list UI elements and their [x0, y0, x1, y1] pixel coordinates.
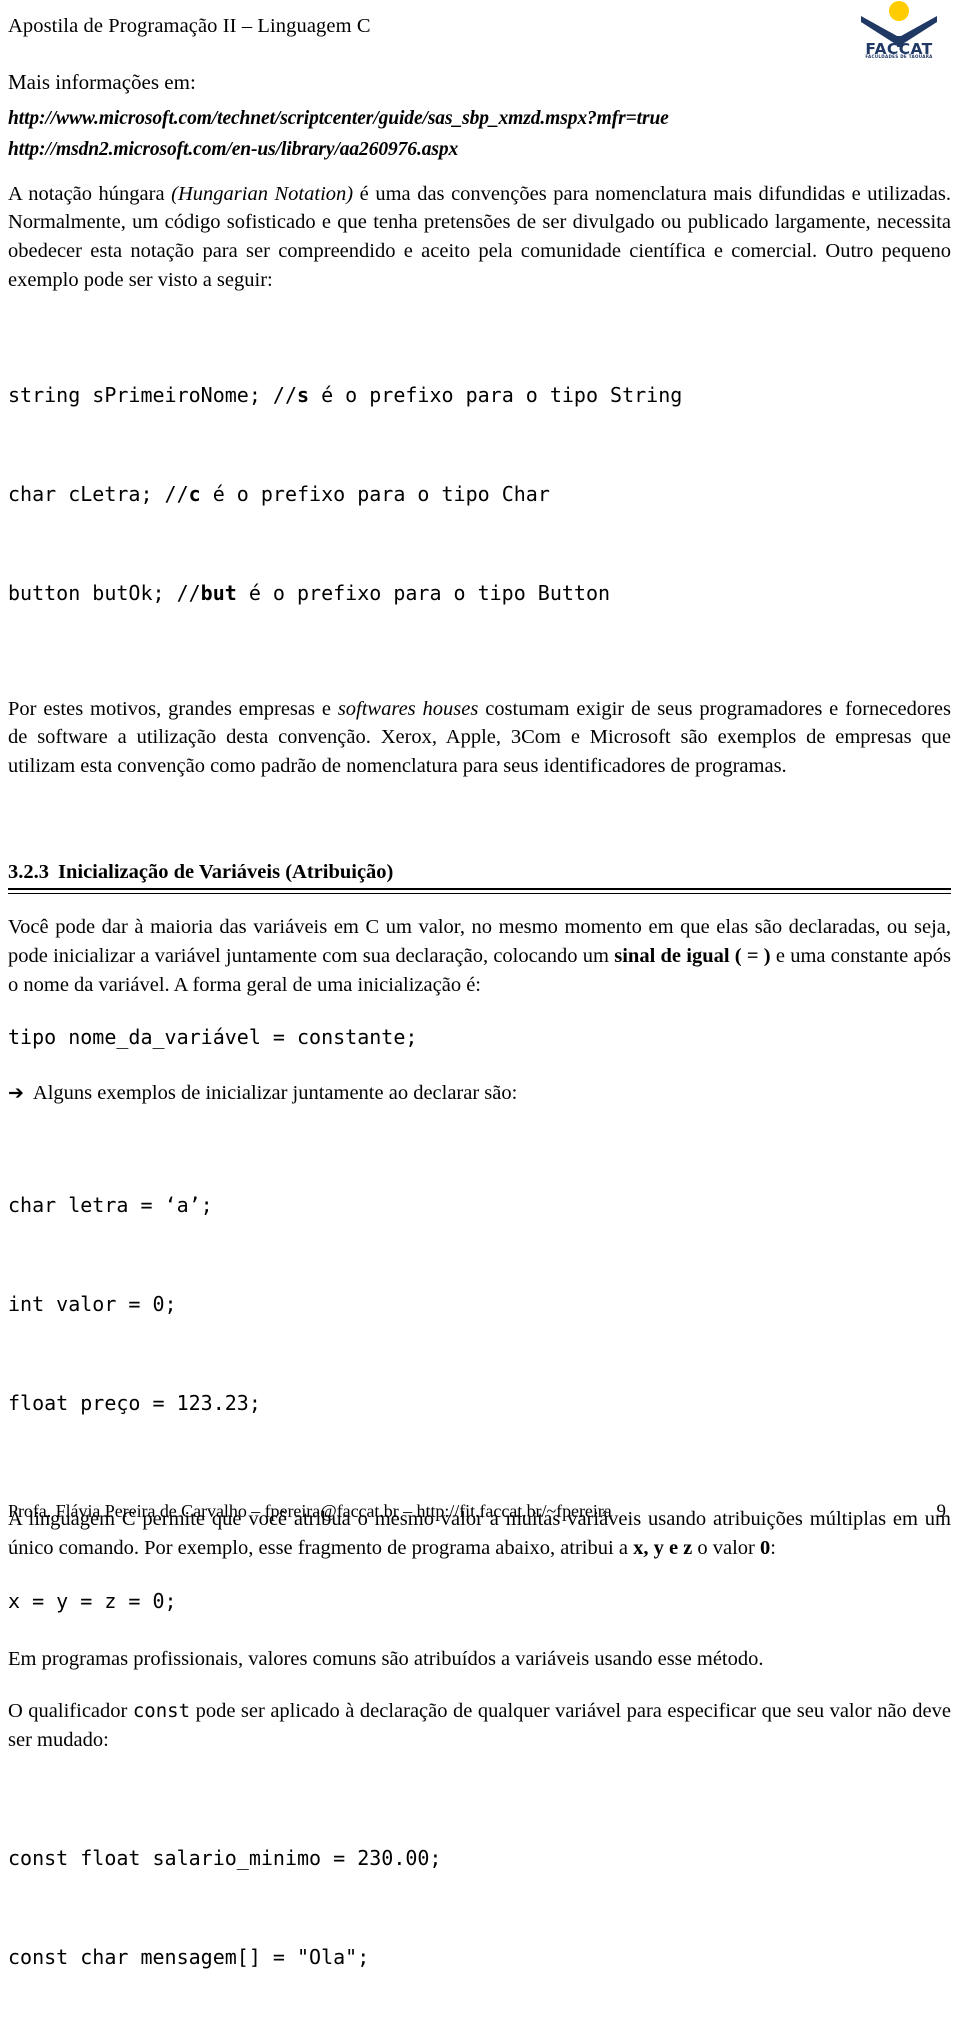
code-bold: s — [296, 382, 310, 407]
code-line: button butOk; //but é o prefixo para o t… — [8, 577, 951, 610]
para-hungarian-part1: A notação húngara — [8, 182, 172, 205]
code-post: é o prefixo para o tipo String — [309, 382, 683, 407]
para-multiple-bold-vars: x, y e z — [633, 1537, 693, 1560]
code-post: é o prefixo para o tipo Button — [236, 580, 611, 605]
para-const-part1: O qualificador — [8, 1699, 133, 1722]
document-page: Apostila de Programação II – Linguagem C… — [0, 0, 960, 1969]
paragraph-hungarian-notation: A notação húngara (Hungarian Notation) é… — [8, 180, 951, 295]
para-multiple-bold-zero: 0 — [760, 1537, 771, 1560]
code-multiple-assignment: x = y = z = 0; — [8, 1589, 177, 1614]
para-multiple-part2: o valor — [692, 1537, 761, 1560]
code-line: const char mensagem[] = "Ola"; — [8, 1945, 370, 1970]
footer-author-info: Profa. Flávia Pereira de Carvalho – fper… — [8, 1501, 612, 1521]
code-bold: c — [188, 481, 201, 506]
code-block-prefixes: string sPrimeiroNome; //s é o prefixo pa… — [8, 313, 951, 676]
para-empresas-part1: Por estes motivos, grandes empresas e — [8, 697, 338, 720]
logo-sun-icon — [889, 1, 909, 21]
more-info-label: Mais informações em: — [8, 70, 196, 94]
paragraph-initialization: Você pode dar à maioria das variáveis em… — [8, 913, 951, 999]
paragraph-professional: Em programas profissionais, valores comu… — [8, 1648, 764, 1671]
para-hungarian-emphasis: (Hungarian Notation) — [171, 182, 354, 205]
code-block-const: const float salario_minimo = 230.00; con… — [8, 1776, 951, 2040]
paragraph-empresas: Por estes motivos, grandes empresas e so… — [8, 695, 951, 781]
code-line: char cLetra; //c é o prefixo para o tipo… — [8, 478, 951, 511]
code-line: float preço = 123.23; — [8, 1391, 261, 1416]
para-init-bold: sinal de igual ( = ) — [614, 944, 771, 967]
bullet-examples-label: Alguns exemplos de inicializar juntament… — [32, 1082, 518, 1105]
reference-url-2[interactable]: http://msdn2.microsoft.com/en-us/library… — [8, 134, 951, 165]
code-line: string sPrimeiroNome; //s é o prefixo pa… — [8, 379, 951, 412]
code-pre: char cLetra; // — [8, 481, 189, 506]
document-body: Mais informações em: http://www.microsof… — [5, 68, 955, 2040]
paragraph-const: O qualificador const pode ser aplicado à… — [8, 1697, 951, 1755]
code-bold: but — [200, 580, 237, 605]
code-line: const float salario_minimo = 230.00; — [8, 1846, 442, 1871]
code-line: int valor = 0; — [8, 1292, 177, 1317]
code-line: char letra = ‘a’; — [8, 1193, 213, 1218]
section-heading: 3.2.3 Inicialização de Variáveis (Atribui… — [8, 861, 951, 895]
para-empresas-emphasis: softwares houses — [337, 697, 479, 720]
arrow-right-icon: ➔ — [8, 1082, 24, 1105]
code-post: é o prefixo para o tipo Char — [200, 481, 550, 506]
para-multiple-part3: : — [770, 1537, 776, 1560]
bullet-examples-intro: ➔ Alguns exemplos de inicializar juntame… — [8, 1082, 951, 1105]
page-header: Apostila de Programação II – Linguagem C… — [5, 0, 955, 62]
section-title: Inicialização de Variáveis (Atribuição) — [58, 861, 394, 884]
inline-code-const: const — [132, 1699, 191, 1722]
reference-url-1[interactable]: http://www.microsoft.com/technet/scriptc… — [8, 103, 951, 134]
page-number: 9 — [936, 1501, 947, 1522]
code-block-examples: char letra = ‘a’; int valor = 0; float p… — [8, 1123, 951, 1486]
code-pre: string sPrimeiroNome; // — [8, 382, 297, 407]
section-number: 3.2.3 — [8, 861, 49, 884]
code-pre: button butOk; // — [8, 580, 201, 605]
svg-text:FACULDADES DE TAQUARA: FACULDADES DE TAQUARA — [865, 54, 933, 58]
code-general-form: tipo nome_da_variável = constante; — [8, 1025, 418, 1050]
header-title: Apostila de Programação II – Linguagem C — [8, 15, 371, 37]
page-footer: Profa. Flávia Pereira de Carvalho – fper… — [5, 1500, 955, 1523]
faccat-logo: FACCAT FACULDADES DE TAQUARA — [851, 0, 947, 58]
